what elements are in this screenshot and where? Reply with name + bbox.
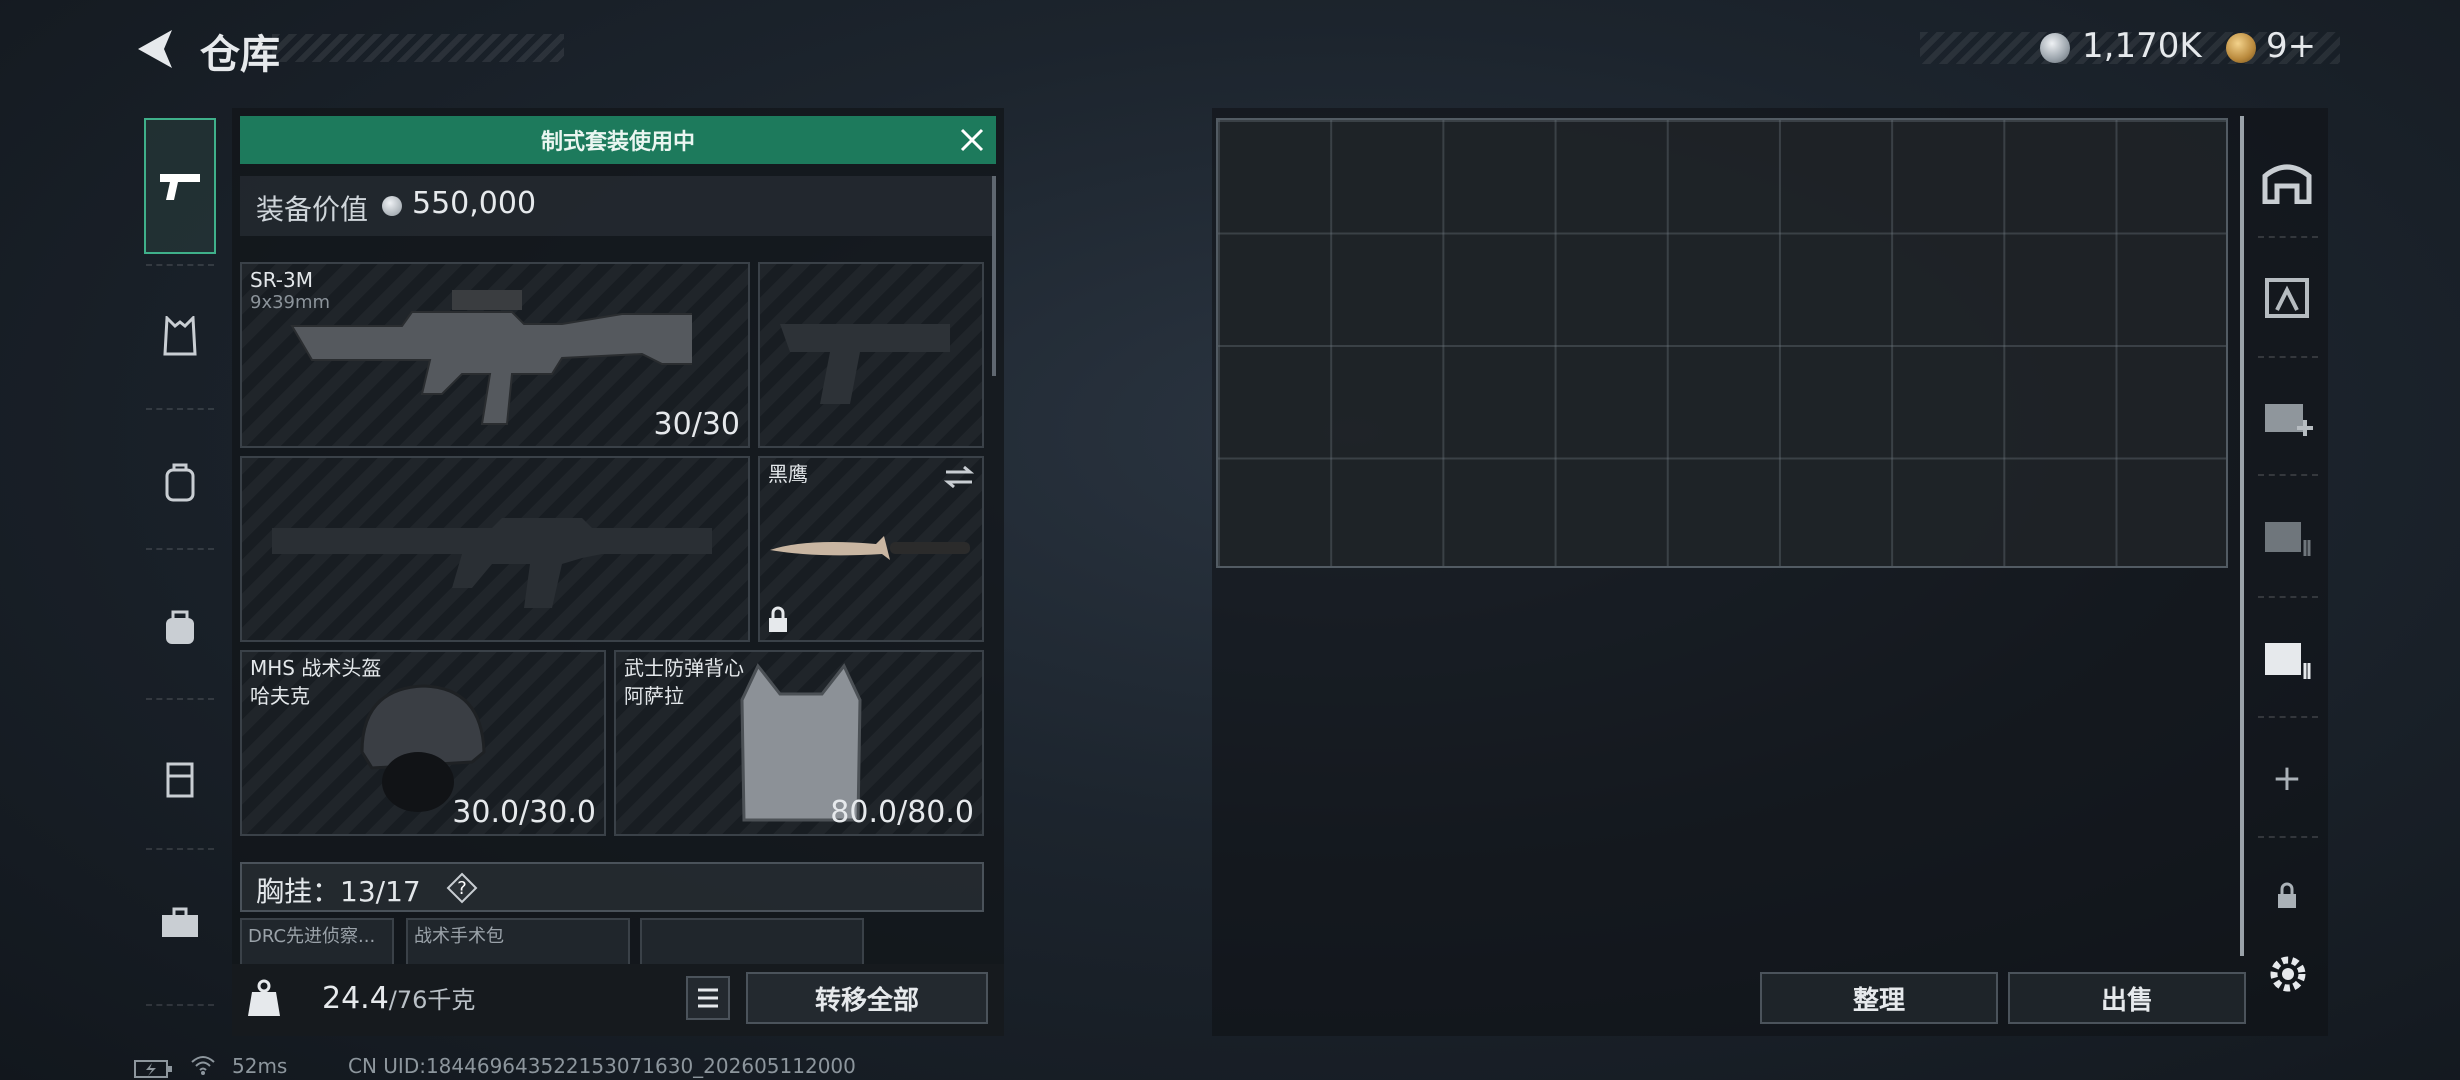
armor-name: 武士防弹背心 [624, 656, 744, 680]
helmet-durability: 30.0/30.0 [452, 795, 596, 830]
lock-icon [769, 606, 787, 632]
case-icon [166, 762, 194, 798]
armor-durability: 80.0/80.0 [830, 795, 974, 830]
chest-rig-item-label: 战术手术包 [414, 926, 504, 947]
chest-rig-label: 胸挂：13/17 [256, 870, 421, 910]
warehouse-icon [2262, 164, 2312, 204]
knife-icon [770, 536, 970, 560]
helmet-maker: 哈夫克 [250, 684, 310, 708]
secondary-weapon-slot[interactable] [240, 456, 750, 642]
storage-grid[interactable] [1216, 118, 2228, 568]
equipment-scrollbar[interactable] [992, 176, 996, 376]
chest-rig-count: 13/17 [340, 875, 421, 908]
storage-scrollbar[interactable] [2240, 116, 2244, 956]
equipment-box-icon [2265, 278, 2309, 318]
category-armor[interactable] [134, 272, 226, 400]
storage-tab-equipment[interactable] [2254, 256, 2320, 336]
chest-rig-item-label: DRC先进侦察... [248, 926, 376, 947]
container-icon [2265, 643, 2311, 679]
silver-coin-icon [2040, 33, 2070, 63]
lock-icon [2278, 882, 2296, 908]
page-title: 仓库 [200, 32, 280, 78]
rifle-icon [290, 290, 692, 425]
carry-weight-current: 24.4 [322, 981, 389, 1016]
organize-button[interactable]: 整理 [1760, 972, 1998, 1024]
back-icon[interactable] [132, 26, 178, 72]
helmet-slot[interactable]: MHS 战术头盔 哈夫克 30.0/30.0 [240, 650, 606, 836]
armor-slot[interactable]: 武士防弹背心 阿萨拉 80.0/80.0 [614, 650, 984, 836]
category-toolbox[interactable] [134, 858, 226, 986]
rifle-silhouette-icon [272, 518, 712, 608]
storage-tab-medical[interactable] [2254, 376, 2320, 456]
weight-icon [248, 979, 280, 1016]
title-stripe [272, 34, 564, 62]
ping-text: 52ms [232, 1054, 288, 1078]
transfer-all-button[interactable]: 转移全部 [746, 972, 988, 1024]
backpack-icon [165, 463, 195, 502]
money-amount: 1,170K [2082, 26, 2202, 66]
category-bag[interactable] [134, 562, 226, 690]
equipment-value: 550,000 [412, 186, 537, 221]
bag-icon [166, 610, 194, 644]
equipment-category-rail [134, 108, 226, 1008]
chest-rig-title: 胸挂： [256, 875, 341, 908]
close-icon[interactable] [956, 124, 988, 156]
armor-maker: 阿萨拉 [624, 684, 684, 708]
ticket-count[interactable]: 9+ [2266, 26, 2316, 66]
help-icon[interactable]: ? [446, 872, 478, 904]
add-storage-button[interactable]: + [2254, 738, 2320, 818]
swap-icon[interactable] [944, 464, 974, 490]
svg-text:?: ? [457, 878, 467, 899]
pistol-silhouette-icon [780, 324, 950, 404]
toolbox-icon [162, 907, 198, 937]
storage-tab-ammo[interactable] [2254, 494, 2320, 574]
preset-banner: 制式套装使用中 [240, 116, 996, 164]
chest-rig-item[interactable] [640, 918, 864, 966]
sell-button[interactable]: 出售 [2008, 972, 2246, 1024]
equipment-value-label: 装备价值 [256, 193, 369, 226]
primary-weapon-durability: 30/30 [653, 407, 740, 442]
category-backpack[interactable] [134, 418, 226, 546]
medkit-icon [2265, 404, 2313, 436]
wifi-icon [191, 1056, 215, 1075]
ammo-box-icon [2265, 522, 2311, 556]
carry-weight: 24.4/76千克 [322, 980, 475, 1016]
vest-icon [163, 316, 197, 356]
melee-name: 黑鹰 [768, 462, 808, 486]
gear-icon[interactable] [2264, 950, 2312, 998]
battery-icon [134, 1060, 172, 1078]
ticket-coin-icon [2226, 33, 2256, 63]
list-view-button[interactable] [686, 976, 730, 1020]
storage-tab-containers[interactable] [2254, 616, 2320, 696]
category-weapons[interactable] [144, 118, 216, 254]
chest-rig-item[interactable]: 战术手术包 [406, 918, 630, 966]
primary-weapon-slot[interactable]: SR-3M 9x39mm 30/30 [240, 262, 750, 448]
storage-lock-button[interactable] [2254, 856, 2320, 936]
carry-weight-max: /76千克 [388, 986, 476, 1014]
chest-rig-item[interactable]: DRC先进侦察... [240, 918, 394, 966]
storage-tab-warehouse[interactable] [2254, 140, 2320, 220]
pistol-icon [160, 174, 200, 200]
silver-coin-icon [382, 196, 402, 216]
sidearm-slot[interactable] [758, 262, 984, 448]
list-icon [698, 988, 718, 1008]
category-case[interactable] [134, 714, 226, 842]
uid-text: CN UID:18446964352215307163​0_2026051120… [348, 1054, 856, 1078]
melee-slot[interactable]: 黑鹰 [758, 456, 984, 642]
